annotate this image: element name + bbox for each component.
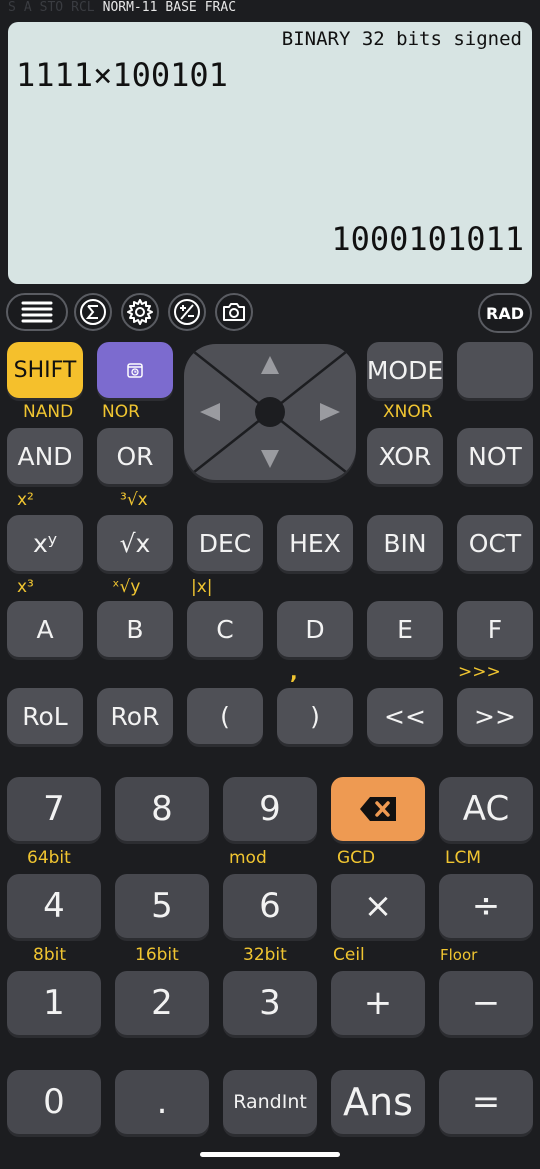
digit-4-key[interactable]: 4: [7, 874, 101, 938]
direction-pad[interactable]: [184, 344, 356, 480]
shift-left-key[interactable]: <<: [367, 688, 443, 744]
x-cubed-label: x³: [17, 577, 34, 597]
indicator-frac: FRAC: [204, 0, 237, 15]
divide-key[interactable]: ÷: [439, 874, 533, 938]
rotate-left-key[interactable]: RoL: [7, 688, 83, 744]
digit-5-key[interactable]: 5: [115, 874, 209, 938]
randint-key[interactable]: RandInt: [223, 1070, 317, 1134]
angle-mode-button[interactable]: RAD: [478, 293, 532, 333]
sigma-icon: [80, 299, 106, 325]
summation-button[interactable]: [74, 293, 112, 331]
xnor-label: XNOR: [383, 402, 433, 422]
indicator-rcl: RCL: [71, 0, 95, 15]
oct-key[interactable]: OCT: [457, 515, 533, 571]
digit-0-key[interactable]: 0: [7, 1070, 101, 1134]
plus-key[interactable]: +: [331, 971, 425, 1035]
xth-root-label: ˣ√y: [112, 577, 141, 597]
x-squared-label: x²: [17, 490, 34, 510]
mode-key[interactable]: MODE: [367, 342, 443, 398]
lcm-label: LCM: [445, 848, 482, 868]
digit-3-key[interactable]: 3: [223, 971, 317, 1035]
or-key[interactable]: OR: [97, 428, 173, 484]
b-key[interactable]: B: [97, 601, 173, 657]
blank-key[interactable]: [457, 342, 533, 398]
digit-7-key[interactable]: 7: [7, 777, 101, 841]
backspace-key[interactable]: [331, 777, 425, 841]
camera-icon: [223, 303, 245, 321]
settings-button[interactable]: [121, 293, 159, 331]
digit-2-key[interactable]: 2: [115, 971, 209, 1035]
equals-key[interactable]: =: [439, 1070, 533, 1134]
home-gesture-bar[interactable]: [200, 1152, 340, 1157]
64bit-label: 64bit: [27, 848, 71, 868]
digit-6-key[interactable]: 6: [223, 874, 317, 938]
minus-key[interactable]: −: [439, 971, 533, 1035]
xor-key[interactable]: XOR: [367, 428, 443, 484]
indicator-sto: STO: [39, 0, 64, 15]
f-key[interactable]: F: [457, 601, 533, 657]
up-arrow-icon: [261, 356, 279, 374]
abs-label: |x|: [191, 577, 213, 597]
down-arrow-icon: [261, 450, 279, 468]
result-text: 1000101011: [331, 220, 524, 258]
status-indicators: S A STO RCL NORM-11 BASE FRAC: [8, 0, 244, 16]
nand-label: NAND: [23, 402, 74, 422]
menu-button[interactable]: [6, 293, 68, 331]
a-key[interactable]: A: [7, 601, 83, 657]
d-key[interactable]: D: [277, 601, 353, 657]
dpad-shape: [184, 344, 356, 480]
digit-8-key[interactable]: 8: [115, 777, 209, 841]
ceil-label: Ceil: [333, 945, 365, 965]
indicator-a: A: [23, 0, 32, 15]
and-key[interactable]: AND: [7, 428, 83, 484]
decimal-point-key[interactable]: .: [115, 1070, 209, 1134]
camera-button[interactable]: [215, 293, 253, 331]
e-key[interactable]: E: [367, 601, 443, 657]
dec-key[interactable]: DEC: [187, 515, 263, 571]
comma-label: ,: [290, 660, 298, 684]
16bit-label: 16bit: [135, 945, 179, 965]
open-paren-key[interactable]: (: [187, 688, 263, 744]
all-clear-key[interactable]: AC: [439, 777, 533, 841]
base-mode-indicator: BINARY 32 bits signed: [281, 28, 522, 50]
indicator-base: BASE: [165, 0, 197, 15]
history-key[interactable]: [97, 342, 173, 398]
multiply-key[interactable]: ×: [331, 874, 425, 938]
expression-text[interactable]: 1111×100101: [16, 56, 228, 94]
menu-icon: [21, 301, 53, 323]
32bit-label: 32bit: [243, 945, 287, 965]
mod-label: mod: [229, 848, 267, 868]
right-arrow-icon: [320, 403, 340, 421]
rotate-right-key[interactable]: RoR: [97, 688, 173, 744]
shift-key[interactable]: SHIFT: [7, 342, 83, 398]
digit-9-key[interactable]: 9: [223, 777, 317, 841]
bin-key[interactable]: BIN: [367, 515, 443, 571]
shift-right-key[interactable]: >>: [457, 688, 533, 744]
indicator-s: S: [8, 0, 16, 15]
not-key[interactable]: NOT: [457, 428, 533, 484]
backspace-icon: [360, 797, 396, 821]
sqrt-key[interactable]: √x: [97, 515, 173, 571]
plus-minus-button[interactable]: [168, 293, 206, 331]
unsigned-shift-label: >>>: [458, 662, 501, 682]
hex-key[interactable]: HEX: [277, 515, 353, 571]
settings-icon: [127, 299, 153, 325]
power-key[interactable]: xʸ: [7, 515, 83, 571]
digit-1-key[interactable]: 1: [7, 971, 101, 1035]
nor-label: NOR: [102, 402, 140, 422]
left-arrow-icon: [200, 403, 220, 421]
gcd-label: GCD: [337, 848, 376, 868]
cube-root-label: ³√x: [120, 490, 148, 510]
8bit-label: 8bit: [33, 945, 66, 965]
ans-key[interactable]: Ans: [331, 1070, 425, 1134]
c-key[interactable]: C: [187, 601, 263, 657]
calculator-display[interactable]: BINARY 32 bits signed 1111×100101 100010…: [8, 22, 532, 284]
plus-minus-icon: [174, 299, 200, 325]
floor-label: Floor: [440, 946, 478, 964]
history-icon: [127, 363, 143, 378]
indicator-norm: NORM-11: [102, 0, 158, 15]
close-paren-key[interactable]: ): [277, 688, 353, 744]
